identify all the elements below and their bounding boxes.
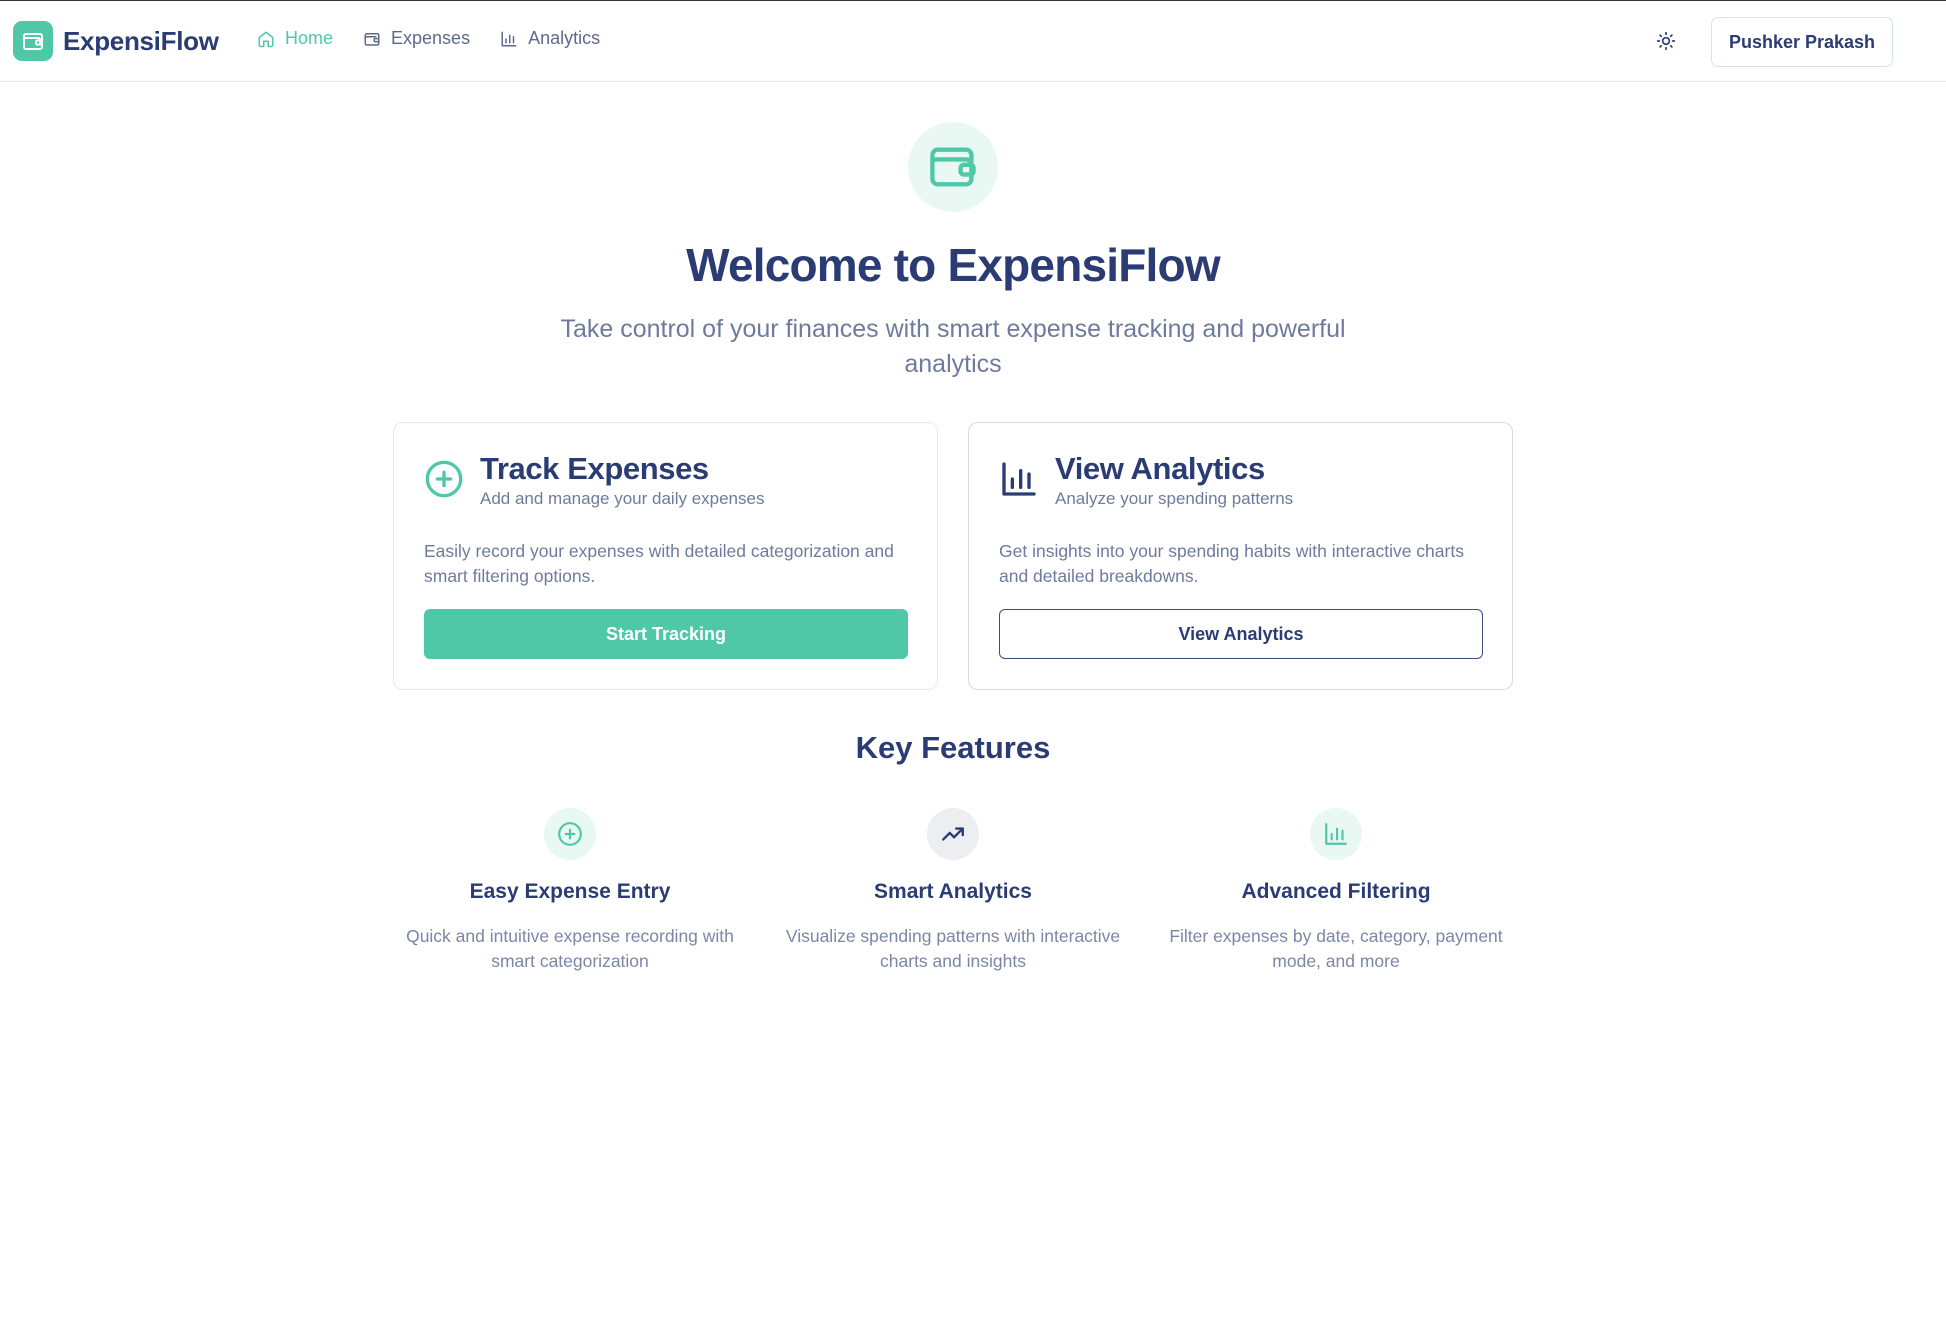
feature-description: Filter expenses by date, category, payme… [1169, 926, 1503, 971]
card-title: Track Expenses [480, 451, 709, 486]
theme-toggle-button[interactable] [1654, 29, 1678, 53]
feature-easy-expense-entry: Easy Expense Entry Quick and intuitive e… [390, 808, 750, 974]
feature-title: Easy Expense Entry [469, 880, 671, 903]
hero-wallet-icon [908, 122, 998, 212]
bar-chart-icon [501, 31, 517, 46]
nav-item-home[interactable]: Home [257, 28, 333, 49]
sun-icon [1656, 31, 1676, 51]
track-expenses-card: Track Expenses Add and manage your daily… [393, 422, 938, 690]
plus-circle-icon [424, 459, 464, 499]
view-analytics-button[interactable]: View Analytics [999, 609, 1483, 659]
card-subtitle: Add and manage your daily expenses [480, 489, 765, 508]
main-nav: Home Expenses Analytics [257, 28, 630, 49]
view-analytics-card: View Analytics Analyze your spending pat… [968, 422, 1513, 690]
card-subtitle: Analyze your spending patterns [1055, 489, 1294, 508]
bar-chart-icon [1310, 808, 1362, 860]
nav-item-label: Home [285, 28, 334, 48]
nav-item-expenses[interactable]: Expenses [363, 28, 470, 49]
bar-chart-icon [999, 459, 1039, 499]
card-description: Easily record your expenses with detaile… [424, 541, 894, 586]
home-icon [258, 31, 274, 47]
brand-name: ExpensiFlow [63, 25, 219, 56]
card-title: View Analytics [1055, 451, 1265, 486]
feature-description: Visualize spending patterns with interac… [785, 926, 1121, 971]
nav-item-analytics[interactable]: Analytics [500, 28, 600, 49]
user-menu-button[interactable]: Pushker Prakash [1711, 17, 1893, 67]
feature-smart-analytics: Smart Analytics Visualize spending patte… [773, 808, 1133, 974]
plus-circle-icon [544, 808, 596, 860]
feature-advanced-filtering: Advanced Filtering Filter expenses by da… [1156, 808, 1516, 974]
nav-item-label: Analytics [528, 28, 601, 48]
feature-title: Smart Analytics [874, 880, 1032, 903]
nav-item-label: Expenses [391, 28, 471, 48]
page-title: Welcome to ExpensiFlow [686, 239, 1220, 291]
brand-link[interactable]: ExpensiFlow [13, 21, 219, 61]
features-heading: Key Features [855, 730, 1051, 765]
page-subtitle: Take control of your finances with smart… [560, 315, 1346, 378]
navbar: ExpensiFlow Home Expenses Analytics Push… [0, 1, 1946, 82]
feature-title: Advanced Filtering [1241, 880, 1431, 903]
start-tracking-button[interactable]: Start Tracking [424, 609, 908, 659]
feature-description: Quick and intuitive expense recording wi… [406, 926, 734, 971]
wallet-icon [13, 21, 53, 61]
card-description: Get insights into your spending habits w… [999, 541, 1464, 586]
trending-up-icon [927, 808, 979, 860]
wallet-icon [364, 32, 380, 46]
